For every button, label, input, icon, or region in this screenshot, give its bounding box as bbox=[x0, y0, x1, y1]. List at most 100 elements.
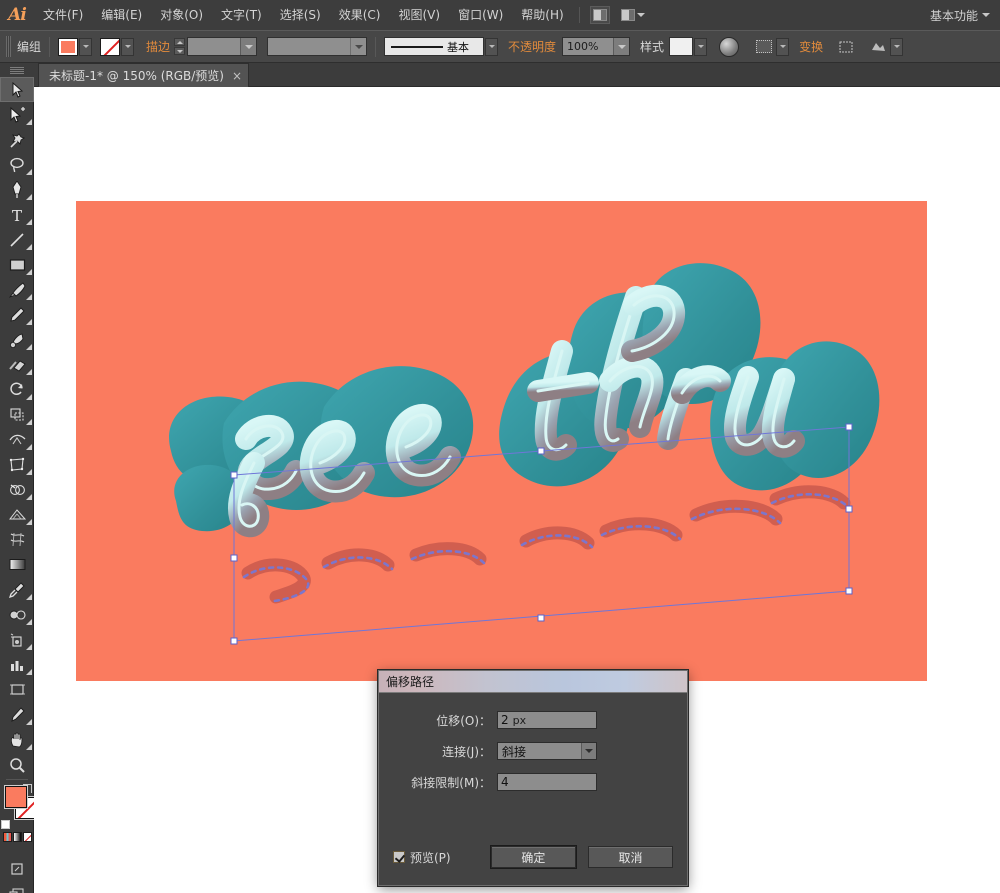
menu-type[interactable]: 文字(T) bbox=[212, 0, 271, 30]
workspace-chevron-down-icon[interactable] bbox=[982, 13, 990, 17]
miter-limit-label: 斜接限制(M)： bbox=[411, 775, 491, 790]
style-chevron-down-icon[interactable] bbox=[694, 37, 708, 56]
isolate-chevron-down-icon[interactable] bbox=[890, 37, 904, 56]
stroke-profile-dropdown[interactable] bbox=[267, 37, 368, 56]
type-tool[interactable]: T bbox=[0, 202, 34, 227]
document-tab[interactable]: 未标题-1* @ 150% (RGB/预览) × bbox=[38, 63, 250, 87]
brush-stroke-preview-icon bbox=[391, 45, 444, 48]
menu-file[interactable]: 文件(F) bbox=[34, 0, 92, 30]
recolor-artwork-icon[interactable] bbox=[753, 37, 775, 56]
cancel-button[interactable]: 取消 bbox=[587, 846, 673, 868]
shape-builder-tool[interactable] bbox=[0, 477, 34, 502]
default-fill-stroke-icon[interactable] bbox=[1, 820, 10, 829]
gradient-tool[interactable] bbox=[0, 552, 34, 577]
stroke-color-swatch[interactable] bbox=[100, 37, 121, 56]
stroke-swatch-chevron-down-icon[interactable] bbox=[121, 37, 135, 56]
perspective-grid-tool[interactable] bbox=[0, 502, 34, 527]
graphic-style-swatch[interactable] bbox=[669, 37, 694, 56]
preview-checkbox[interactable] bbox=[393, 851, 405, 863]
menu-select[interactable]: 选择(S) bbox=[271, 0, 330, 30]
artwork-see-thru: .ext { fill: url(#tealExt); } .face { fi… bbox=[169, 263, 880, 645]
fill-color-swatch[interactable] bbox=[58, 37, 79, 56]
close-icon[interactable]: × bbox=[232, 70, 242, 82]
menu-window[interactable]: 窗口(W) bbox=[449, 0, 512, 30]
rectangle-tool[interactable] bbox=[0, 252, 34, 277]
join-dropdown[interactable]: 斜接 bbox=[497, 742, 597, 760]
lasso-tool[interactable] bbox=[0, 152, 34, 177]
menu-bar: Ai 文件(F) 编辑(E) 对象(O) 文字(T) 选择(S) 效果(C) 视… bbox=[0, 0, 1000, 30]
app-logo-icon: Ai bbox=[8, 5, 27, 25]
join-chevron-down-icon[interactable] bbox=[581, 743, 596, 759]
dialog-title-bar[interactable]: 偏移路径 bbox=[379, 671, 687, 693]
artboard[interactable]: .ext { fill: url(#tealExt); } .face { fi… bbox=[76, 201, 927, 681]
stroke-weight-label: 描边 bbox=[146, 40, 171, 54]
menu-effect[interactable]: 效果(C) bbox=[330, 0, 390, 30]
eraser-tool[interactable] bbox=[0, 352, 34, 377]
none-button[interactable] bbox=[22, 832, 32, 842]
screen-mode-icon[interactable] bbox=[0, 881, 34, 893]
brush-chevron-down-icon[interactable] bbox=[485, 37, 499, 56]
rotate-tool[interactable] bbox=[0, 377, 34, 402]
slice-tool[interactable] bbox=[0, 702, 34, 727]
stroke-weight-input[interactable] bbox=[187, 37, 258, 56]
drawing-mode-icon[interactable] bbox=[0, 856, 34, 881]
menu-help[interactable]: 帮助(H) bbox=[512, 0, 572, 30]
join-row: 连接(J)： 斜接 bbox=[393, 740, 673, 762]
paintbrush-tool[interactable] bbox=[0, 277, 34, 302]
magic-wand-tool[interactable] bbox=[0, 127, 34, 152]
eyedropper-tool[interactable] bbox=[0, 577, 34, 602]
offset-path-dialog[interactable]: 偏移路径 位移(O)： 2 px 连接(J)： 斜接 斜接限制(M)： 4 预览… bbox=[378, 670, 688, 886]
hand-tool[interactable] bbox=[0, 727, 34, 752]
style-label: 样式 bbox=[640, 40, 665, 54]
mesh-tool[interactable] bbox=[0, 527, 34, 552]
fill-stroke-controls bbox=[0, 784, 37, 830]
svg-text:T: T bbox=[12, 207, 22, 223]
artboard-tool[interactable] bbox=[0, 677, 34, 702]
menu-edit[interactable]: 编辑(E) bbox=[92, 0, 151, 30]
swap-fill-stroke-icon[interactable] bbox=[23, 784, 32, 793]
opacity-input[interactable]: 100% bbox=[562, 37, 631, 56]
bridge-icon[interactable] bbox=[589, 6, 610, 24]
blob-brush-tool[interactable] bbox=[0, 327, 34, 352]
isolate-icon[interactable] bbox=[867, 37, 889, 56]
divider bbox=[49, 36, 51, 57]
menu-object[interactable]: 对象(O) bbox=[151, 0, 212, 30]
gradient-button[interactable] bbox=[12, 832, 22, 842]
width-tool[interactable] bbox=[0, 427, 34, 452]
pen-tool[interactable] bbox=[0, 177, 34, 202]
toolbar-divider bbox=[5, 779, 28, 780]
offset-unit: px bbox=[512, 713, 527, 727]
offset-input[interactable]: 2 px bbox=[497, 711, 597, 729]
blend-tool[interactable] bbox=[0, 602, 34, 627]
scale-tool[interactable] bbox=[0, 402, 34, 427]
line-segment-tool[interactable] bbox=[0, 227, 34, 252]
ok-button[interactable]: 确定 bbox=[490, 846, 576, 868]
opacity-mask-icon[interactable] bbox=[719, 36, 740, 57]
brush-definition-dropdown[interactable]: 基本 bbox=[384, 37, 485, 56]
transform-label[interactable]: 变换 bbox=[799, 38, 823, 55]
workspace-label[interactable]: 基本功能 bbox=[930, 7, 982, 24]
preview-checkbox-wrap[interactable]: 预览(P) bbox=[393, 849, 491, 866]
column-graph-tool[interactable] bbox=[0, 652, 34, 677]
control-bar-grip[interactable] bbox=[6, 36, 11, 57]
tools-panel-grip[interactable] bbox=[0, 63, 34, 77]
arrange-documents-icon[interactable] bbox=[620, 6, 646, 24]
illustrator-window: Ai 文件(F) 编辑(E) 对象(O) 文字(T) 选择(S) 效果(C) 视… bbox=[0, 0, 1000, 893]
color-button[interactable] bbox=[2, 832, 12, 842]
symbol-sprayer-tool[interactable] bbox=[0, 627, 34, 652]
fill-swatch-chevron-down-icon[interactable] bbox=[79, 37, 93, 56]
selection-tool[interactable] bbox=[0, 77, 34, 102]
preview-label: 预览(P) bbox=[410, 850, 451, 865]
direct-selection-tool[interactable] bbox=[0, 102, 34, 127]
menubar-divider bbox=[578, 7, 580, 23]
pencil-tool[interactable] bbox=[0, 302, 34, 327]
free-transform-tool[interactable] bbox=[0, 452, 34, 477]
align-icon[interactable] bbox=[835, 37, 857, 56]
zoom-tool[interactable] bbox=[0, 752, 34, 777]
miter-limit-row: 斜接限制(M)： 4 bbox=[393, 771, 673, 793]
miter-limit-input[interactable]: 4 bbox=[497, 773, 597, 791]
stroke-weight-stepper[interactable] bbox=[174, 38, 186, 56]
divider bbox=[375, 36, 377, 57]
menu-view[interactable]: 视图(V) bbox=[389, 0, 449, 30]
recolor-chevron-down-icon[interactable] bbox=[776, 37, 790, 56]
